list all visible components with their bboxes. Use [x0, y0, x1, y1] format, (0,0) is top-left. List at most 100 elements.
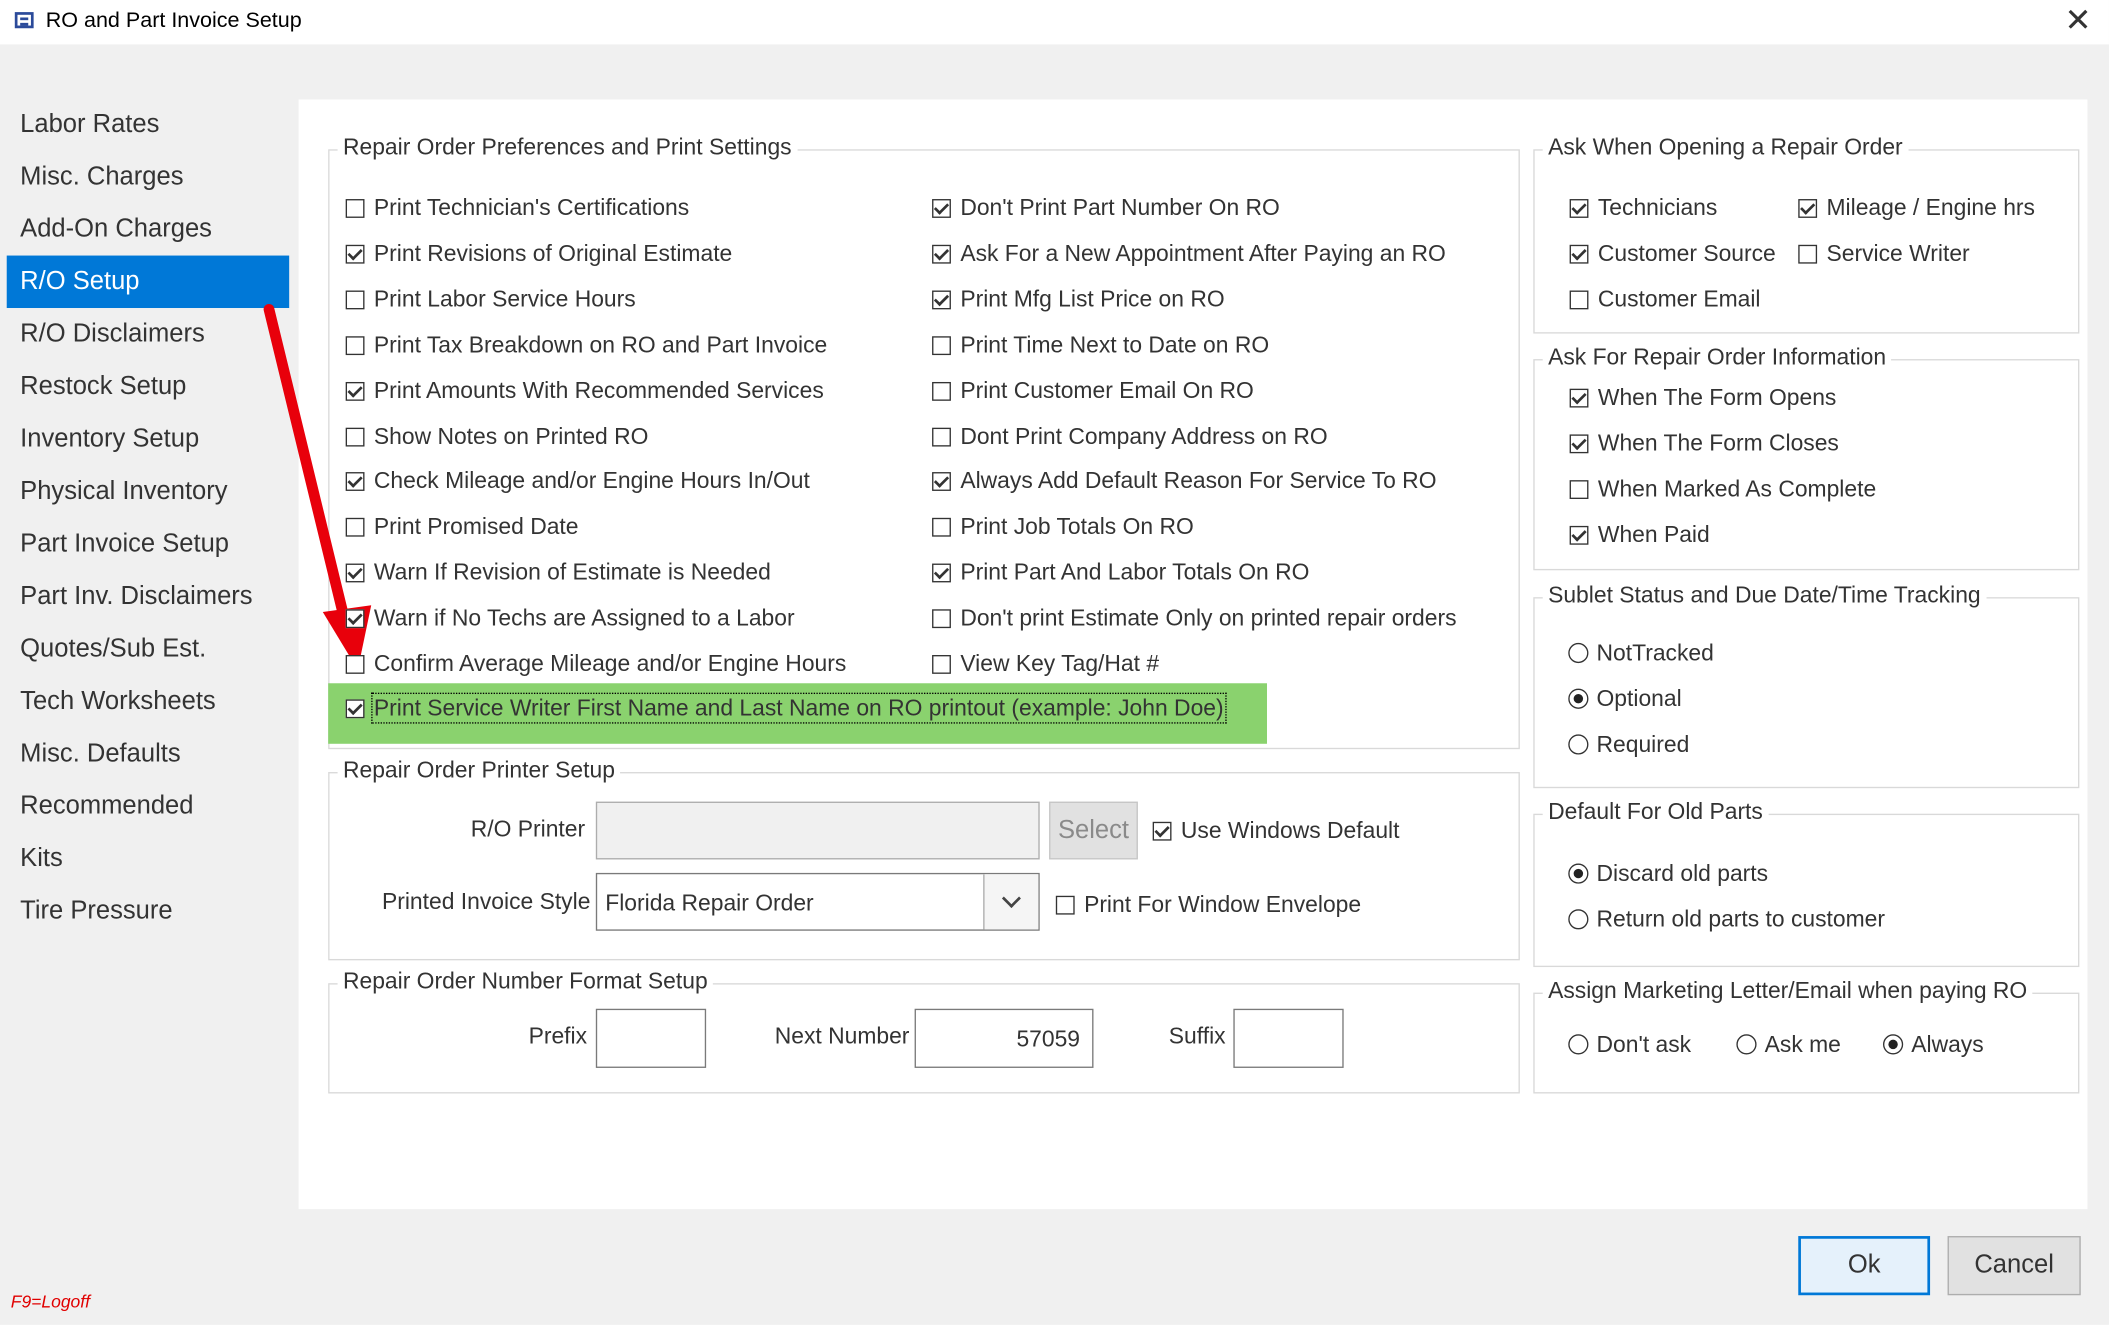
checkbox-label: View Key Tag/Hat # [960, 650, 1160, 677]
checkbox-box[interactable] [932, 609, 951, 629]
checkbox-view-key-tag-hat[interactable]: View Key Tag/Hat # [932, 651, 1159, 678]
checkbox-customer-email[interactable]: Customer Email [1569, 286, 1761, 313]
checkbox-box[interactable] [1569, 480, 1589, 499]
radio-label: Optional [1596, 685, 1682, 712]
checkbox-box[interactable] [1569, 388, 1589, 408]
checkbox-box[interactable] [345, 244, 365, 264]
radio-always[interactable]: Always [1883, 1032, 1984, 1059]
checkbox-always-add-default-reason-for-service-to-ro[interactable]: Always Add Default Reason For Service To… [932, 469, 1436, 496]
radio-label: Always [1911, 1031, 1984, 1058]
radio-ask-me[interactable]: Ask me [1736, 1032, 1841, 1059]
checkbox-label: Print Promised Date [373, 514, 579, 540]
checkbox-box[interactable] [1798, 199, 1818, 218]
checkbox-box[interactable] [1569, 199, 1589, 218]
checkbox-print-amounts-with-recommended-services[interactable]: Print Amounts With Recommended Services [345, 377, 824, 404]
checkbox-box[interactable] [1569, 525, 1589, 545]
checkbox-warn-if-no-techs-are-assigned-to-a-labor[interactable]: Warn if No Techs are Assigned to a Labor [345, 605, 795, 632]
checkbox-service-writer[interactable]: Service Writer [1798, 240, 1970, 268]
checkbox-label: Print Revisions of Original Estimate [373, 240, 733, 267]
checkbox-label: Print Job Totals On RO [960, 514, 1194, 540]
checkbox-print-promised-date[interactable]: Print Promised Date [345, 514, 579, 541]
checkbox-don-t-print-estimate-only-on-printed-repair-orders[interactable]: Don't print Estimate Only on printed rep… [932, 605, 1457, 632]
checkbox-label: Confirm Average Mileage and/or Engine Ho… [373, 650, 847, 677]
radio-circle[interactable] [1568, 688, 1589, 709]
checkbox-box[interactable] [1569, 290, 1589, 310]
checkbox-label: Technicians [1597, 195, 1718, 221]
checkbox-customer-source[interactable]: Customer Source [1569, 240, 1776, 268]
radio-circle[interactable] [1736, 1034, 1757, 1055]
checkbox-box[interactable] [345, 335, 365, 355]
checkbox-box[interactable] [932, 199, 951, 218]
checkbox-label: Ask For a New Appointment After Paying a… [960, 240, 1446, 267]
checkbox-print-mfg-list-price-on-ro[interactable]: Print Mfg List Price on RO [932, 286, 1225, 313]
checkbox-box[interactable] [345, 199, 365, 218]
checkbox-print-technician-s-certifications[interactable]: Print Technician's Certifications [345, 195, 689, 222]
checkbox-show-notes-on-printed-ro[interactable]: Show Notes on Printed RO [345, 423, 648, 450]
checkbox-ask-for-a-new-appointment-after-paying-an-ro[interactable]: Ask For a New Appointment After Paying a… [932, 241, 1446, 268]
radio-return-old-parts-to-customer[interactable]: Return old parts to customer [1568, 907, 1885, 934]
checkbox-box[interactable] [345, 518, 365, 538]
checkbox-mileage-engine-hrs[interactable]: Mileage / Engine hrs [1798, 195, 2035, 222]
checkbox-box[interactable] [345, 381, 365, 401]
checkbox-print-job-totals-on-ro[interactable]: Print Job Totals On RO [932, 514, 1194, 541]
checkbox-label: Customer Source [1597, 240, 1776, 267]
arrow-shaft [263, 303, 350, 625]
checkbox-box[interactable] [1569, 244, 1589, 264]
checkbox-box[interactable] [932, 427, 951, 446]
checkbox-box[interactable] [932, 290, 951, 310]
checkbox-box[interactable] [932, 335, 951, 355]
checkbox-dont-print-company-address-on-ro[interactable]: Dont Print Company Address on RO [932, 423, 1328, 450]
checkbox-label: Check Mileage and/or Engine Hours In/Out [373, 468, 810, 495]
checkbox-print-labor-service-hours[interactable]: Print Labor Service Hours [345, 286, 636, 313]
radio-circle[interactable] [1568, 1034, 1589, 1055]
radio-circle[interactable] [1568, 734, 1589, 755]
radio-circle[interactable] [1568, 642, 1589, 664]
radio-discard-old-parts[interactable]: Discard old parts [1568, 861, 1768, 888]
checkbox-box[interactable] [932, 518, 951, 538]
checkbox-box[interactable] [932, 472, 951, 492]
checkbox-box[interactable] [932, 381, 951, 401]
checkbox-box[interactable] [932, 244, 951, 264]
checkbox-box[interactable] [345, 655, 365, 674]
radio-don-t-ask[interactable]: Don't ask [1568, 1032, 1691, 1059]
checkbox-print-tax-breakdown-on-ro-and-part-invoice[interactable]: Print Tax Breakdown on RO and Part Invoi… [345, 331, 828, 359]
radio-required[interactable]: Required [1568, 732, 1689, 759]
checkbox-label: Always Add Default Reason For Service To… [960, 468, 1437, 495]
checkbox-label: Service Writer [1826, 240, 1970, 267]
checkbox-confirm-average-mileage-and-or-engine-hours[interactable]: Confirm Average Mileage and/or Engine Ho… [345, 650, 847, 678]
checkbox-print-time-next-to-date-on-ro[interactable]: Print Time Next to Date on RO [932, 332, 1269, 359]
checkbox-label: Print Tax Breakdown on RO and Part Invoi… [373, 331, 828, 358]
radio-circle[interactable] [1883, 1034, 1904, 1055]
radio-nottracked[interactable]: NotTracked [1568, 640, 1714, 667]
checkbox-box[interactable] [1569, 434, 1589, 454]
checkbox-technicians[interactable]: Technicians [1569, 195, 1718, 222]
radio-circle[interactable] [1568, 863, 1589, 884]
checkbox-box[interactable] [345, 472, 365, 492]
radio-label: NotTracked [1596, 640, 1714, 666]
checkbox-print-revisions-of-original-estimate[interactable]: Print Revisions of Original Estimate [345, 240, 733, 268]
radio-optional[interactable]: Optional [1568, 685, 1682, 713]
checkbox-print-part-and-labor-totals-on-ro[interactable]: Print Part And Labor Totals On RO [932, 560, 1309, 587]
checkbox-label: Print Part And Labor Totals On RO [960, 559, 1310, 586]
checkbox-don-t-print-part-number-on-ro[interactable]: Don't Print Part Number On RO [932, 195, 1280, 222]
checkbox-warn-if-revision-of-estimate-is-needed[interactable]: Warn If Revision of Estimate is Needed [345, 559, 771, 587]
checkbox-label: Warn If Revision of Estimate is Needed [373, 559, 771, 586]
checkbox-label: When Marked As Complete [1597, 476, 1877, 502]
checkbox-box[interactable] [345, 609, 365, 629]
checkbox-box[interactable] [932, 563, 951, 583]
checkbox-when-paid[interactable]: When Paid [1569, 522, 1710, 549]
checkbox-box[interactable] [932, 655, 951, 674]
checkbox-when-marked-as-complete[interactable]: When Marked As Complete [1569, 476, 1877, 503]
radio-label: Don't ask [1596, 1031, 1692, 1058]
checkbox-box[interactable] [345, 427, 365, 446]
checkbox-box[interactable] [1798, 244, 1818, 264]
checkbox-check-mileage-and-or-engine-hours-in-out[interactable]: Check Mileage and/or Engine Hours In/Out [345, 468, 810, 496]
checkbox-when-the-form-opens[interactable]: When The Form Opens [1569, 385, 1836, 412]
checkbox-box[interactable] [345, 290, 365, 310]
checkbox-when-the-form-closes[interactable]: When The Form Closes [1569, 430, 1839, 457]
radio-label: Required [1596, 731, 1690, 758]
checkbox-print-customer-email-on-ro[interactable]: Print Customer Email On RO [932, 377, 1254, 404]
checkbox-box[interactable] [345, 563, 365, 583]
checkbox-label: Dont Print Company Address on RO [960, 423, 1328, 449]
radio-circle[interactable] [1568, 909, 1589, 930]
